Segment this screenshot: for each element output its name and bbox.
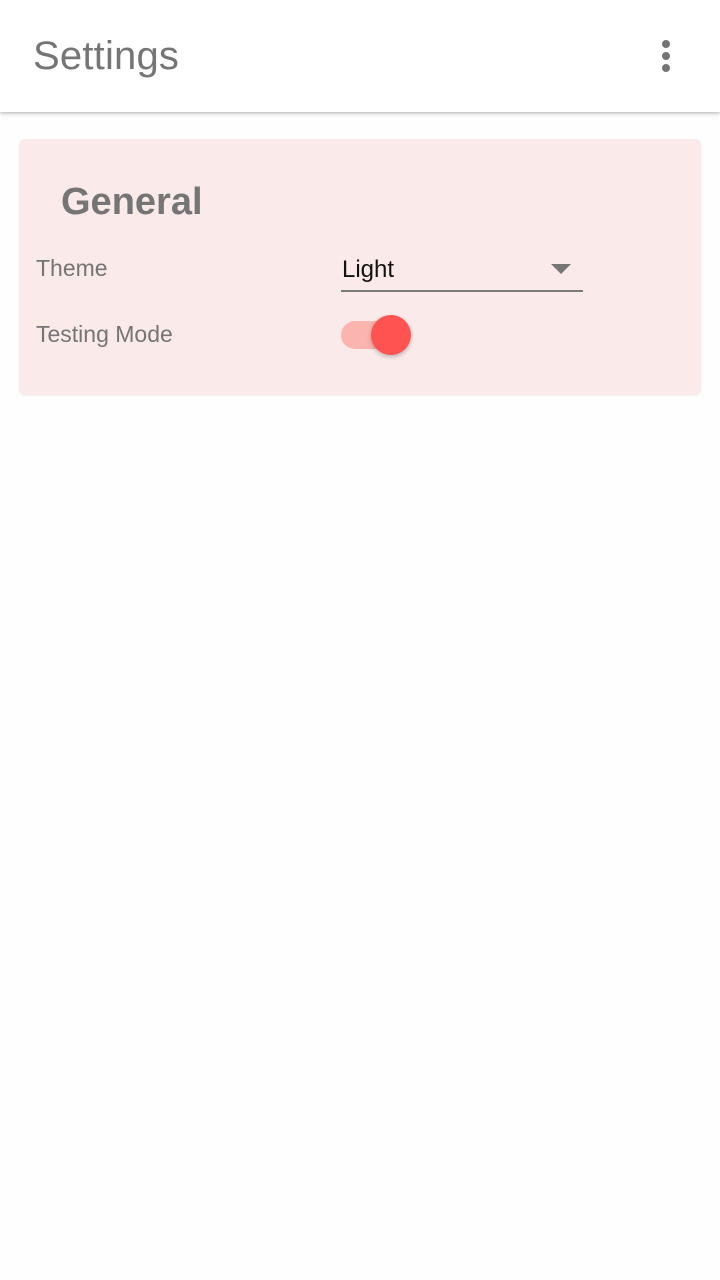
more-vert-icon-dot — [662, 64, 670, 72]
section-title: General — [61, 181, 203, 223]
arrow-drop-down-icon — [551, 264, 571, 274]
page-title: Settings — [33, 34, 180, 78]
theme-select[interactable]: Light — [341, 252, 583, 292]
app-bar: Settings — [0, 0, 720, 112]
more-options-button[interactable] — [642, 32, 690, 80]
more-vert-icon — [662, 40, 670, 48]
more-vert-icon-dot — [662, 52, 670, 60]
theme-selected-value: Light — [342, 256, 395, 283]
testing-mode-toggle[interactable] — [341, 315, 413, 355]
testing-mode-label: Testing Mode — [36, 321, 173, 347]
toggle-thumb[interactable] — [371, 315, 411, 355]
general-settings-card: General Theme Light Testing Mode — [19, 139, 701, 395]
theme-label: Theme — [36, 255, 108, 281]
